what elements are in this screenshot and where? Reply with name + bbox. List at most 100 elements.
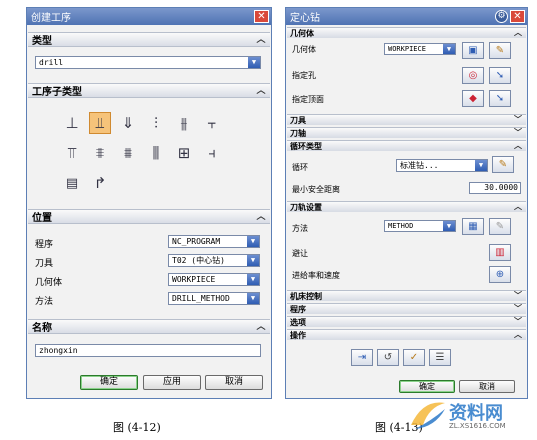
reaming-icon[interactable]: ⫪ xyxy=(61,142,83,164)
ok-button[interactable]: 确定 xyxy=(80,375,138,390)
cancel-button[interactable]: 取消 xyxy=(459,380,515,393)
close-icon[interactable]: ✕ xyxy=(254,10,269,23)
section-machine-control[interactable]: 机床控制 ﹀ xyxy=(287,290,526,301)
chevron-down-icon[interactable]: ﹀ xyxy=(513,291,523,301)
section-program[interactable]: 程序 ﹀ xyxy=(287,303,526,314)
section-cycle[interactable]: 循环类型 ︿ xyxy=(287,140,526,151)
section-geometry[interactable]: 几何体 ︿ xyxy=(287,27,526,38)
close-icon[interactable]: ✕ xyxy=(510,10,525,23)
name-input[interactable]: zhongxin xyxy=(35,344,261,357)
select-top-icon[interactable]: ◆ xyxy=(462,90,484,107)
chevron-up-icon[interactable]: ︿ xyxy=(255,34,267,46)
section-type[interactable]: 类型 ︿ xyxy=(28,32,270,47)
section-location-label: 位置 xyxy=(32,213,52,224)
avoid-icon[interactable]: ▥ xyxy=(489,244,511,261)
boring-icon[interactable]: ⫟ xyxy=(201,112,223,134)
mill-user-icon[interactable]: ↱ xyxy=(89,172,111,194)
geometry-select-value: WORKPIECE xyxy=(172,275,216,284)
feeds-speeds-icon[interactable]: ⊕ xyxy=(489,266,511,283)
section-program-label: 程序 xyxy=(290,304,306,314)
tapping-icon[interactable]: ⫼ xyxy=(145,142,167,164)
verify-icon[interactable]: ✓ xyxy=(403,349,425,366)
min-clearance-input[interactable]: 30.0000 xyxy=(469,182,521,194)
dialog-title: 创建工序 xyxy=(31,13,71,24)
list-icon[interactable]: ☰ xyxy=(429,349,451,366)
geometry-select[interactable]: WORKPIECE ▼ xyxy=(384,43,456,55)
method-label: 方法 xyxy=(292,224,308,233)
edit-geometry-icon[interactable]: ▣ xyxy=(462,42,484,59)
create-operation-titlebar: 创建工序 ✕ xyxy=(27,8,271,25)
select-hole-icon[interactable]: ◎ xyxy=(462,67,484,84)
cycle-select[interactable]: 标准钻... ▼ xyxy=(396,159,488,172)
dropdown-arrow-icon[interactable]: ▼ xyxy=(247,274,259,285)
geometry-select-value: WORKPIECE xyxy=(388,45,426,53)
chevron-down-icon[interactable]: ﹀ xyxy=(513,128,523,138)
drilling-icon[interactable]: ⇓ xyxy=(117,112,139,134)
edit-cycle-icon[interactable]: ✎ xyxy=(492,156,514,173)
min-clearance-label: 最小安全距离 xyxy=(292,185,340,194)
settings-icon[interactable]: ⚙ xyxy=(495,10,508,23)
watermark-swirl-icon xyxy=(411,402,445,429)
chevron-up-icon[interactable]: ︿ xyxy=(255,211,267,223)
method-select[interactable]: DRILL_METHOD ▼ xyxy=(168,292,260,305)
breakchip-drilling-icon[interactable]: ⫵ xyxy=(173,112,195,134)
dropdown-arrow-icon[interactable]: ▼ xyxy=(443,44,455,54)
wrench-icon[interactable]: ✎ xyxy=(489,218,511,235)
type-select[interactable]: drill ▼ xyxy=(35,56,261,69)
section-axis-label: 刀轴 xyxy=(290,128,306,138)
thread-milling-icon[interactable]: ⫞ xyxy=(201,142,223,164)
spot-drilling-dialog: 定心钻 ⚙ ✕ 几何体 ︿ 几何体 WORKPIECE ▼ ▣ ✎ 指定孔 ◎ … xyxy=(285,7,528,399)
chevron-up-icon[interactable]: ︿ xyxy=(513,330,523,340)
counterboring-icon[interactable]: ⩨ xyxy=(89,142,111,164)
edit-method-icon[interactable]: ▦ xyxy=(462,218,484,235)
dropdown-arrow-icon[interactable]: ▼ xyxy=(247,255,259,266)
geometry-label: 几何体 xyxy=(35,278,63,288)
dropdown-arrow-icon[interactable]: ▼ xyxy=(247,293,259,304)
chevron-up-icon[interactable]: ︿ xyxy=(255,85,267,97)
peck-drilling-icon[interactable]: ⫶ xyxy=(145,112,167,134)
ok-button[interactable]: 确定 xyxy=(399,380,455,393)
chevron-up-icon[interactable]: ︿ xyxy=(513,202,523,212)
dropdown-arrow-icon[interactable]: ▼ xyxy=(475,160,487,171)
section-subtype-label: 工序子类型 xyxy=(32,87,82,98)
cancel-button[interactable]: 取消 xyxy=(205,375,263,390)
section-location[interactable]: 位置 ︿ xyxy=(28,209,270,224)
section-tool[interactable]: 刀具 ﹀ xyxy=(287,114,526,125)
section-name[interactable]: 名称 ︿ xyxy=(28,319,270,334)
dropdown-arrow-icon[interactable]: ▼ xyxy=(443,221,455,231)
section-toolpath[interactable]: 刀轨设置 ︿ xyxy=(287,201,526,212)
section-axis[interactable]: 刀轴 ﹀ xyxy=(287,127,526,138)
dropdown-arrow-icon[interactable]: ▼ xyxy=(248,57,260,68)
section-type-label: 类型 xyxy=(32,36,52,47)
program-select[interactable]: NC_PROGRAM ▼ xyxy=(168,235,260,248)
display-top-icon[interactable]: ➘ xyxy=(489,90,511,107)
spot-facing-icon[interactable]: ⊥ xyxy=(61,112,83,134)
chevron-up-icon[interactable]: ︿ xyxy=(513,28,523,38)
wrench-icon[interactable]: ✎ xyxy=(489,42,511,59)
specify-top-label: 指定顶面 xyxy=(292,95,324,104)
geometry-select[interactable]: WORKPIECE ▼ xyxy=(168,273,260,286)
chevron-down-icon[interactable]: ﹀ xyxy=(513,304,523,314)
method-select-value: METHOD xyxy=(388,222,414,230)
chevron-down-icon[interactable]: ﹀ xyxy=(513,317,523,327)
replay-icon[interactable]: ↺ xyxy=(377,349,399,366)
generate-icon[interactable]: ⇥ xyxy=(351,349,373,366)
section-geometry-label: 几何体 xyxy=(290,28,314,38)
tool-select[interactable]: T02 (中心钻) ▼ xyxy=(168,254,260,267)
hole-milling-icon[interactable]: ⊞ xyxy=(173,142,195,164)
section-subtype[interactable]: 工序子类型 ︿ xyxy=(28,83,270,98)
chevron-up-icon[interactable]: ︿ xyxy=(513,141,523,151)
dropdown-arrow-icon[interactable]: ▼ xyxy=(247,236,259,247)
countersinking-icon[interactable]: ⩩ xyxy=(117,142,139,164)
chevron-up-icon[interactable]: ︿ xyxy=(255,321,267,333)
cycle-select-value: 标准钻... xyxy=(400,161,439,170)
section-options[interactable]: 选项 ﹀ xyxy=(287,316,526,327)
chevron-down-icon[interactable]: ﹀ xyxy=(513,115,523,125)
display-hole-icon[interactable]: ➘ xyxy=(489,67,511,84)
apply-button[interactable]: 应用 xyxy=(143,375,201,390)
spot-drilling-icon[interactable]: ⫫ xyxy=(89,112,111,134)
section-toolpath-label: 刀轨设置 xyxy=(290,202,322,212)
section-actions[interactable]: 操作 ︿ xyxy=(287,329,526,340)
method-select[interactable]: METHOD ▼ xyxy=(384,220,456,232)
mill-control-icon[interactable]: ▤ xyxy=(61,172,83,194)
